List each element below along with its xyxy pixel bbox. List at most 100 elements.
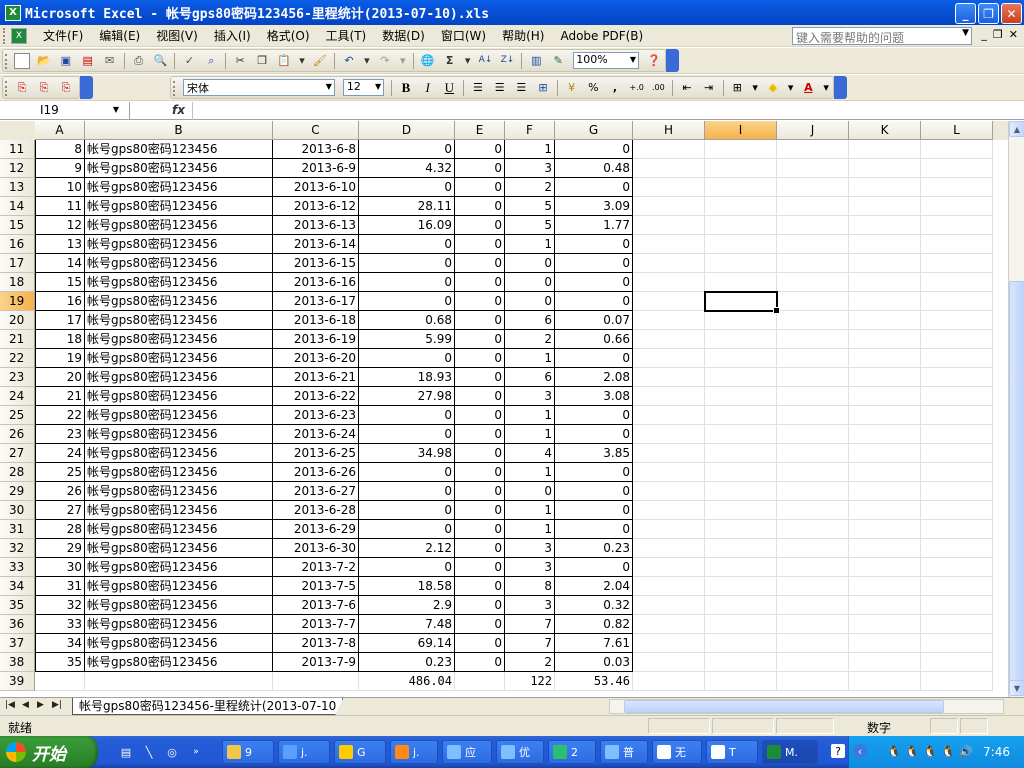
cell-a[interactable]: 32 xyxy=(35,596,85,615)
cell-g[interactable]: 0.82 xyxy=(555,615,633,634)
empty-cell[interactable] xyxy=(633,653,705,672)
cell-b[interactable]: 帐号gps80密码123456 xyxy=(85,634,273,653)
cell-e[interactable] xyxy=(455,672,505,691)
empty-cell[interactable] xyxy=(921,596,993,615)
cell-f[interactable]: 1 xyxy=(505,463,555,482)
empty-cell[interactable] xyxy=(921,254,993,273)
empty-cell[interactable] xyxy=(777,482,849,501)
empty-cell[interactable] xyxy=(705,349,777,368)
cell-c[interactable]: 2013-6-17 xyxy=(273,292,359,311)
empty-cell[interactable] xyxy=(849,387,921,406)
empty-cell[interactable] xyxy=(849,178,921,197)
vertical-scroll-thumb[interactable] xyxy=(1009,281,1024,681)
workbook-icon[interactable]: X xyxy=(11,27,27,44)
empty-cell[interactable] xyxy=(705,539,777,558)
column-header-b[interactable]: B xyxy=(85,121,273,140)
cell-c[interactable]: 2013-6-23 xyxy=(273,406,359,425)
cell-d[interactable]: 34.98 xyxy=(359,444,455,463)
cell-a[interactable]: 33 xyxy=(35,615,85,634)
cell-b[interactable]: 帐号gps80密码123456 xyxy=(85,140,273,159)
empty-cell[interactable] xyxy=(633,444,705,463)
row-header[interactable]: 35 xyxy=(0,596,35,615)
row-header[interactable]: 23 xyxy=(0,368,35,387)
cell-b[interactable]: 帐号gps80密码123456 xyxy=(85,596,273,615)
empty-cell[interactable] xyxy=(633,216,705,235)
column-header-j[interactable]: J xyxy=(777,121,849,140)
cell-a[interactable]: 27 xyxy=(35,501,85,520)
cell-f[interactable]: 8 xyxy=(505,577,555,596)
cell-e[interactable]: 0 xyxy=(455,178,505,197)
cell-g[interactable]: 0 xyxy=(555,501,633,520)
cell-a[interactable]: 22 xyxy=(35,406,85,425)
empty-cell[interactable] xyxy=(921,330,993,349)
empty-cell[interactable] xyxy=(921,463,993,482)
row-header[interactable]: 28 xyxy=(0,463,35,482)
taskbar-button[interactable]: G xyxy=(334,740,386,764)
cell-b[interactable]: 帐号gps80密码123456 xyxy=(85,482,273,501)
row-header[interactable]: 31 xyxy=(0,520,35,539)
empty-cell[interactable] xyxy=(705,254,777,273)
cell-d[interactable]: 28.11 xyxy=(359,197,455,216)
empty-cell[interactable] xyxy=(633,501,705,520)
cell-d[interactable]: 7.48 xyxy=(359,615,455,634)
empty-cell[interactable] xyxy=(777,387,849,406)
cell-f[interactable]: 6 xyxy=(505,368,555,387)
cell-b[interactable]: 帐号gps80密码123456 xyxy=(85,159,273,178)
pdf-review-icon[interactable]: ⎘ xyxy=(58,80,74,96)
empty-cell[interactable] xyxy=(633,577,705,596)
formula-input[interactable] xyxy=(192,102,1024,120)
cell-f[interactable]: 3 xyxy=(505,596,555,615)
chevron-down-icon[interactable]: ▼ xyxy=(375,82,381,91)
empty-cell[interactable] xyxy=(705,672,777,691)
menu-view[interactable]: 视图(V) xyxy=(148,25,206,46)
cell-b[interactable]: 帐号gps80密码123456 xyxy=(85,444,273,463)
empty-cell[interactable] xyxy=(921,216,993,235)
quicklaunch-more-icon[interactable]: » xyxy=(188,744,204,760)
cell-f[interactable]: 5 xyxy=(505,197,555,216)
format-painter-icon[interactable]: 🖌 xyxy=(312,53,328,69)
cell-g[interactable]: 0 xyxy=(555,178,633,197)
cell-b[interactable]: 帐号gps80密码123456 xyxy=(85,615,273,634)
cell-f[interactable]: 1 xyxy=(505,425,555,444)
cell-a[interactable]: 20 xyxy=(35,368,85,387)
chevron-down-icon[interactable]: ▼ xyxy=(113,105,119,114)
empty-cell[interactable] xyxy=(777,539,849,558)
empty-cell[interactable] xyxy=(921,558,993,577)
empty-cell[interactable] xyxy=(705,387,777,406)
cell-c[interactable]: 2013-6-26 xyxy=(273,463,359,482)
cell-c[interactable] xyxy=(273,672,359,691)
align-center-icon[interactable]: ☰ xyxy=(492,80,508,96)
cell-b[interactable]: 帐号gps80密码123456 xyxy=(85,425,273,444)
cell-c[interactable]: 2013-6-28 xyxy=(273,501,359,520)
cell-e[interactable]: 0 xyxy=(455,311,505,330)
cell-f[interactable]: 0 xyxy=(505,292,555,311)
empty-cell[interactable] xyxy=(705,558,777,577)
empty-cell[interactable] xyxy=(921,653,993,672)
cell-g[interactable]: 0 xyxy=(555,273,633,292)
empty-cell[interactable] xyxy=(777,653,849,672)
cell-e[interactable]: 0 xyxy=(455,292,505,311)
percent-icon[interactable]: % xyxy=(585,80,601,96)
cell-g[interactable]: 0 xyxy=(555,235,633,254)
empty-cell[interactable] xyxy=(777,368,849,387)
row-header[interactable]: 29 xyxy=(0,482,35,501)
menu-insert[interactable]: 插入(I) xyxy=(206,25,259,46)
cell-e[interactable]: 0 xyxy=(455,140,505,159)
cell-d[interactable]: 18.58 xyxy=(359,577,455,596)
cell-f[interactable]: 122 xyxy=(505,672,555,691)
cell-c[interactable]: 2013-6-15 xyxy=(273,254,359,273)
cell-b[interactable]: 帐号gps80密码123456 xyxy=(85,311,273,330)
menu-edit[interactable]: 编辑(E) xyxy=(91,25,148,46)
empty-cell[interactable] xyxy=(849,235,921,254)
cell-b[interactable]: 帐号gps80密码123456 xyxy=(85,254,273,273)
grip-handle[interactable] xyxy=(3,27,8,44)
insert-function-icon[interactable]: fx xyxy=(172,103,185,117)
row-header[interactable]: 17 xyxy=(0,254,35,273)
cell-e[interactable]: 0 xyxy=(455,463,505,482)
cell-g[interactable]: 0 xyxy=(555,520,633,539)
cell-f[interactable]: 3 xyxy=(505,159,555,178)
taskbar-button[interactable]: M. xyxy=(762,740,818,764)
cell-f[interactable]: 4 xyxy=(505,444,555,463)
row-header[interactable]: 11 xyxy=(0,140,35,159)
chevron-down-icon[interactable]: ▾ xyxy=(787,80,795,96)
